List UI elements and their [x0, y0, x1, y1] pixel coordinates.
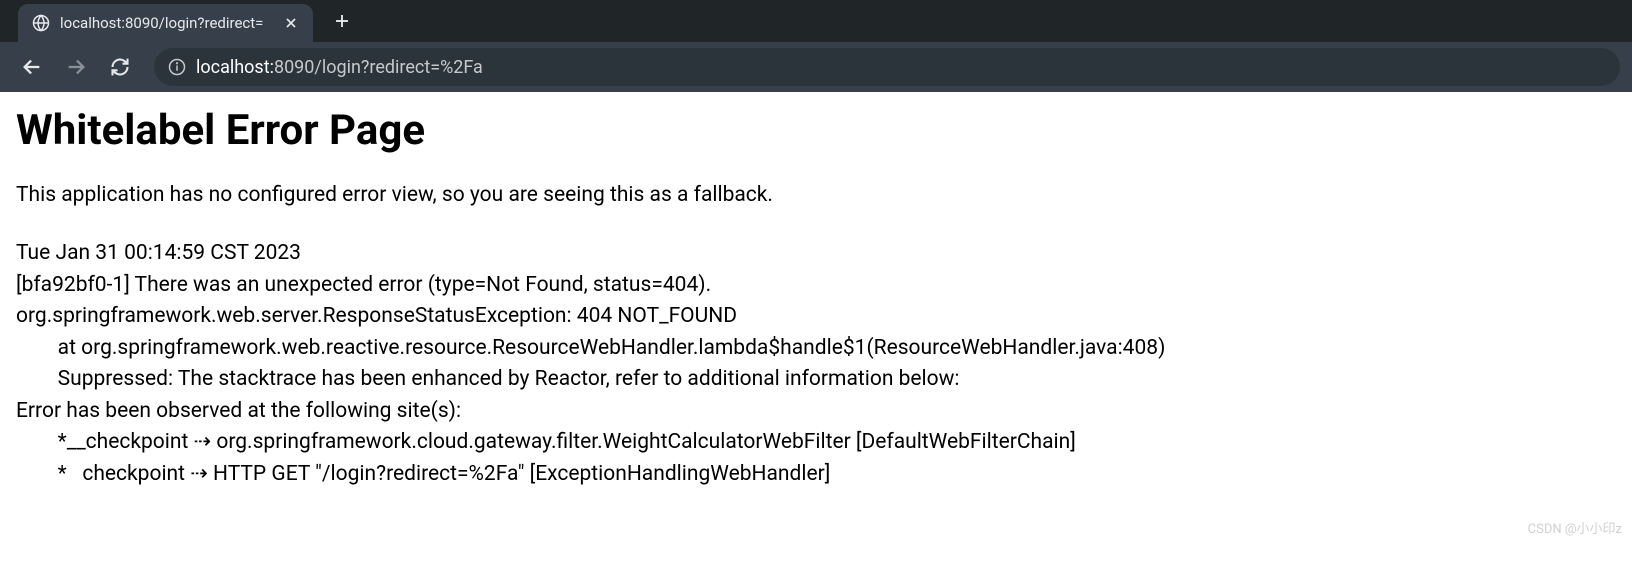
watermark: CSDN @小小印z [1528, 518, 1622, 537]
tab-strip: localhost:8090/login?redirect= [0, 0, 1632, 42]
close-icon[interactable] [283, 15, 299, 31]
tab-title: localhost:8090/login?redirect= [60, 14, 273, 32]
observed: Error has been observed at the following… [16, 396, 1616, 428]
page-subheading: This application has no configured error… [16, 181, 1616, 210]
url-host: localhost: [196, 57, 274, 78]
checkpoint-1: *__checkpoint ⇢ org.springframework.clou… [16, 427, 1616, 459]
exception: org.springframework.web.server.ResponseS… [16, 301, 1616, 333]
browser-toolbar: localhost:8090/login?redirect=%2Fa [0, 42, 1632, 92]
timestamp: Tue Jan 31 00:14:59 CST 2023 [16, 238, 1616, 270]
stack-at: at org.springframework.web.reactive.reso… [16, 333, 1616, 365]
address-bar[interactable]: localhost:8090/login?redirect=%2Fa [154, 48, 1620, 86]
checkpoint-2: * checkpoint ⇢ HTTP GET "/login?redirect… [16, 459, 1616, 491]
forward-button[interactable] [56, 47, 96, 87]
reload-button[interactable] [100, 47, 140, 87]
back-button[interactable] [12, 47, 52, 87]
page-title: Whitelabel Error Page [16, 106, 1616, 155]
info-icon[interactable] [168, 58, 186, 76]
globe-icon [32, 14, 50, 32]
error-details: Tue Jan 31 00:14:59 CST 2023[bfa92bf0-1]… [16, 238, 1616, 490]
url-path: 8090/login?redirect=%2Fa [274, 57, 483, 78]
url-text: localhost:8090/login?redirect=%2Fa [196, 57, 483, 78]
browser-chrome: localhost:8090/login?redirect= [0, 0, 1632, 92]
new-tab-button[interactable] [327, 6, 357, 36]
suppressed: Suppressed: The stacktrace has been enha… [16, 364, 1616, 396]
page-content: Whitelabel Error Page This application h… [0, 92, 1632, 504]
browser-tab[interactable]: localhost:8090/login?redirect= [18, 4, 313, 42]
error-summary: [bfa92bf0-1] There was an unexpected err… [16, 270, 1616, 302]
